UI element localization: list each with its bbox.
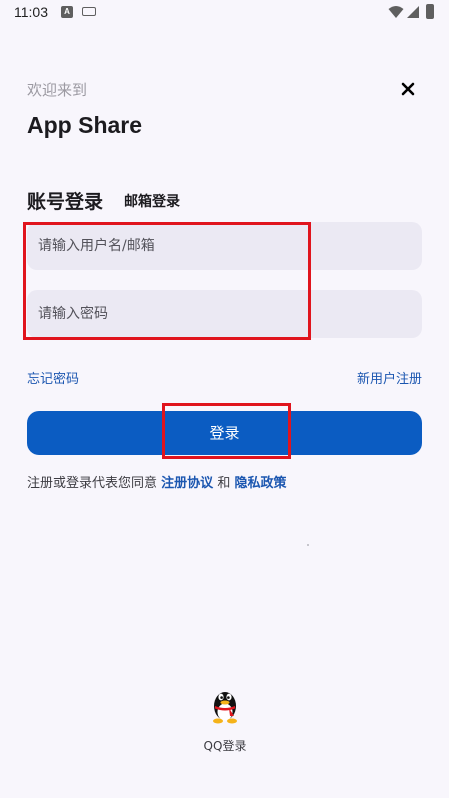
qq-login[interactable]: QQ登录 xyxy=(200,685,250,754)
tab-account-login[interactable]: 账号登录 xyxy=(27,187,103,214)
register-link[interactable]: 新用户注册 xyxy=(357,368,422,387)
app-title: App Share xyxy=(27,112,143,138)
close-icon[interactable] xyxy=(397,78,419,100)
qq-penguin-icon[interactable] xyxy=(208,685,242,725)
agreement-prefix: 注册或登录代表您同意 xyxy=(27,476,158,491)
terms-link[interactable]: 注册协议 xyxy=(161,476,213,491)
agreement-text: 注册或登录代表您同意 注册协议 和 隐私政策 xyxy=(27,472,286,491)
status-time: 11:03 xyxy=(14,4,48,20)
decorative-dot xyxy=(307,544,309,546)
password-input[interactable] xyxy=(27,290,422,338)
wifi-icon xyxy=(388,6,404,18)
privacy-link[interactable]: 隐私政策 xyxy=(234,476,286,491)
username-input[interactable] xyxy=(27,222,422,270)
a-notification-icon: A xyxy=(61,6,73,18)
keyboard-icon xyxy=(82,7,96,16)
status-bar: 11:03 A xyxy=(0,0,449,26)
battery-icon xyxy=(426,4,434,19)
tab-email-login[interactable]: 邮箱登录 xyxy=(124,191,180,211)
signal-icon xyxy=(407,6,419,18)
qq-login-label: QQ登录 xyxy=(203,739,247,753)
login-button[interactable]: 登录 xyxy=(27,411,422,455)
login-screen: 11:03 A 欢迎来到 App Share 账号登录 邮箱登录 忘记密码 新用… xyxy=(0,0,449,798)
welcome-text: 欢迎来到 xyxy=(27,81,88,99)
agreement-and: 和 xyxy=(217,476,231,491)
forgot-password-link[interactable]: 忘记密码 xyxy=(27,368,79,387)
